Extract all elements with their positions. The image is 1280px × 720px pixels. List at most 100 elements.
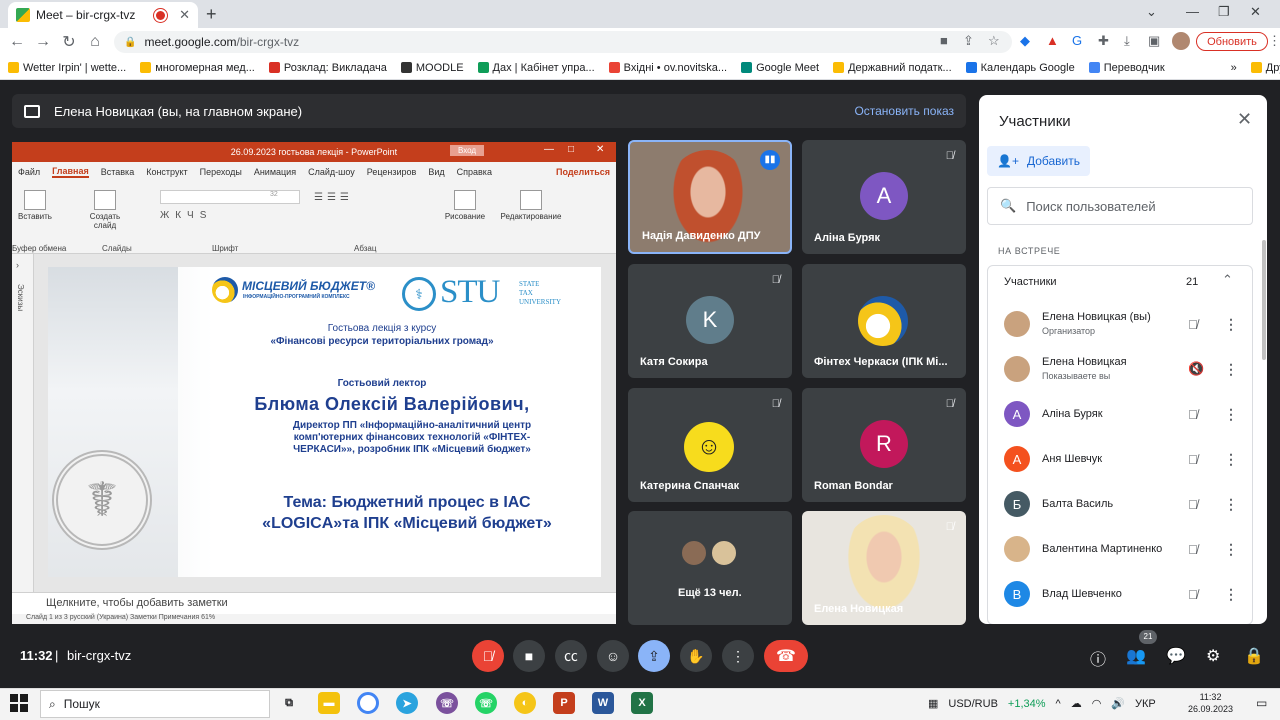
forward-icon[interactable]: →	[30, 33, 56, 51]
participant-tile[interactable]: 🎙̸ A Аліна Буряк	[802, 140, 966, 254]
more-options-icon[interactable]: ⋮	[1224, 406, 1238, 423]
muted-mic-icon[interactable]: 🎙̸	[1188, 452, 1198, 467]
share-icon[interactable]: ⇪	[963, 33, 974, 49]
more-options-icon[interactable]: ⋮	[1224, 586, 1238, 603]
participant-row[interactable]: Валентина Мартиненко 🎙̸ ⋮	[1004, 529, 1254, 569]
thumbnails-pane[interactable]: › Эскизы	[12, 254, 34, 592]
bookmark-item[interactable]: многомерная мед...	[140, 62, 255, 74]
more-options-icon[interactable]: ⋮	[1224, 541, 1238, 558]
other-bookmarks[interactable]: Другие закладки	[1250, 62, 1280, 74]
ppt-menu-slideshow[interactable]: Слайд-шоу	[308, 167, 355, 177]
download-icon[interactable]: ⤓	[1124, 33, 1130, 49]
windows-start-icon[interactable]	[10, 694, 28, 712]
stock-widget-icon[interactable]: ▦	[928, 697, 938, 710]
end-call-button[interactable]: ☎	[764, 640, 808, 672]
font-size-select[interactable]: 32	[270, 191, 278, 198]
ppt-menu-insert[interactable]: Вставка	[101, 167, 134, 177]
ppt-minimize-icon[interactable]: —	[544, 144, 554, 155]
ppt-menu-help[interactable]: Справка	[457, 167, 492, 177]
excel-icon[interactable]: X	[631, 692, 653, 714]
whatsapp-icon[interactable]: ☏	[475, 692, 497, 714]
ppt-login-button[interactable]: Вход	[450, 145, 485, 156]
taskbar-clock[interactable]: 11:32 26.09.2023	[1188, 691, 1233, 715]
tray-chevron-icon[interactable]: ^	[1056, 698, 1061, 710]
tab-search-icon[interactable]: ⌄	[1146, 4, 1157, 20]
participant-tile[interactable]: 🎙̸ K Катя Сокира	[628, 264, 792, 378]
task-view-icon[interactable]: ⧉	[278, 692, 300, 714]
more-options-icon[interactable]: ⋮	[1224, 361, 1238, 378]
font-format-buttons[interactable]: ЖКЧS	[160, 210, 212, 221]
bookmark-item[interactable]: Календарь Google	[965, 62, 1075, 74]
participant-tile[interactable]: 🎙̸ R Roman Bondar	[802, 388, 966, 502]
add-people-button[interactable]: 👤+ Добавить	[987, 146, 1090, 176]
ppt-menu-design[interactable]: Конструкт	[146, 167, 187, 177]
profile-avatar[interactable]	[1172, 32, 1190, 50]
muted-mic-icon[interactable]: 🎙̸	[1188, 587, 1198, 602]
network-icon[interactable]: ☁	[1071, 697, 1082, 710]
taskbar-search[interactable]: ⌕ Пошук	[40, 690, 270, 718]
volume-icon[interactable]: 🔊	[1111, 697, 1125, 710]
participant-row[interactable]: A Аня Шевчук 🎙̸ ⋮	[1004, 439, 1254, 479]
chevron-up-icon[interactable]: ⌃	[1222, 272, 1233, 288]
paste-button[interactable]: Вставить	[18, 190, 52, 221]
home-icon[interactable]: ⌂	[82, 33, 108, 51]
participant-row[interactable]: B Влад Шевченко 🎙̸ ⋮	[1004, 574, 1254, 614]
telegram-icon[interactable]: ➤	[396, 692, 418, 714]
ppt-menu-home[interactable]: Главная	[52, 166, 89, 178]
raise-hand-button[interactable]: ✋	[680, 640, 712, 672]
close-window-icon[interactable]: ✕	[1250, 4, 1261, 20]
new-tab-icon[interactable]: +	[206, 4, 217, 25]
more-bookmarks-icon[interactable]: »	[1231, 62, 1237, 74]
participant-tile[interactable]: 🎙̸ ☺ Катерина Спанчак	[628, 388, 792, 502]
bookmark-item[interactable]: MOODLE	[400, 62, 464, 74]
font-name-select[interactable]	[160, 190, 300, 204]
participant-tile[interactable]: Фінтех Черкаси (ІПК Мі...	[802, 264, 966, 378]
extension2-icon[interactable]: ▲	[1046, 33, 1059, 48]
more-options-button[interactable]: ⋮	[722, 640, 754, 672]
more-options-icon[interactable]: ⋮	[1224, 496, 1238, 513]
editing-button[interactable]: Редактирование	[496, 190, 566, 221]
mic-off-button[interactable]: 🎙̸	[472, 640, 504, 672]
ppt-menu-animation[interactable]: Анимация	[254, 167, 296, 177]
bookmark-item[interactable]: Державний податк...	[833, 62, 952, 74]
new-slide-button[interactable]: Создать слайд	[86, 190, 124, 230]
bookmark-item[interactable]: Google Meet	[741, 62, 819, 74]
more-options-icon[interactable]: ⋮	[1224, 316, 1238, 333]
participant-row[interactable]: A Аліна Буряк 🎙̸ ⋮	[1004, 394, 1254, 434]
more-options-icon[interactable]: ⋮	[1224, 451, 1238, 468]
reload-icon[interactable]: ↻	[56, 32, 82, 52]
muted-mic-icon[interactable]: 🎙̸	[1188, 407, 1198, 422]
sidepanel-icon[interactable]: ▣	[1148, 33, 1160, 49]
close-panel-icon[interactable]: ✕	[1237, 109, 1252, 130]
muted-mic-icon[interactable]: 🎙̸	[1188, 542, 1198, 557]
bookmark-item[interactable]: Переводчик	[1088, 62, 1165, 74]
paragraph-buttons[interactable]: ☰☰☰	[314, 192, 353, 203]
notes-pane[interactable]: Щелкните, чтобы добавить заметки	[12, 592, 616, 614]
bookmark-star-icon[interactable]: ☆	[988, 33, 1000, 49]
info-icon[interactable]: ⓘ	[1090, 646, 1106, 670]
more-participants-tile[interactable]: Ещё 13 чел.	[628, 511, 792, 625]
bookmark-item[interactable]: Wetter Irpin' | wette...	[8, 62, 126, 74]
bookmark-item[interactable]: Вхідні • ov.novitska...	[608, 62, 727, 74]
self-video-tile[interactable]: 🎙̸ Елена Новицкая	[802, 511, 966, 625]
expand-thumbs-icon[interactable]: ›	[16, 260, 19, 270]
update-button[interactable]: Обновить	[1196, 32, 1268, 51]
participant-tile[interactable]: ▮▮ Надія Давиденко ДПУ	[628, 140, 792, 254]
muted-mic-icon[interactable]: 🎙̸	[1188, 317, 1198, 332]
maximize-icon[interactable]: ❐	[1218, 4, 1230, 20]
translate-icon[interactable]: G	[1072, 33, 1082, 48]
participant-row[interactable]: Б Балта Василь 🎙̸ ⋮	[1004, 484, 1254, 524]
ppt-menu-transitions[interactable]: Переходы	[200, 167, 242, 177]
ppt-maximize-icon[interactable]: □	[568, 144, 574, 155]
extensions-puzzle-icon[interactable]: ✚	[1098, 33, 1109, 49]
ppt-menu-view[interactable]: Вид	[428, 167, 444, 177]
chrome-icon[interactable]	[357, 692, 379, 714]
stop-presenting-button[interactable]: Остановить показ	[854, 104, 954, 118]
emoji-button[interactable]: ☺	[597, 640, 629, 672]
menu-dots-icon[interactable]: ⋮	[1268, 33, 1280, 49]
ppt-share-button[interactable]: Поделиться	[556, 167, 610, 177]
search-users-input[interactable]: 🔍 Поиск пользователей	[987, 187, 1253, 225]
extension-icon[interactable]: ◆	[1020, 33, 1030, 49]
ppt-close-icon[interactable]: ✕	[596, 144, 604, 155]
participant-row[interactable]: Елена Новицкая Показываете вы 🔇 ⋮	[1004, 349, 1254, 389]
